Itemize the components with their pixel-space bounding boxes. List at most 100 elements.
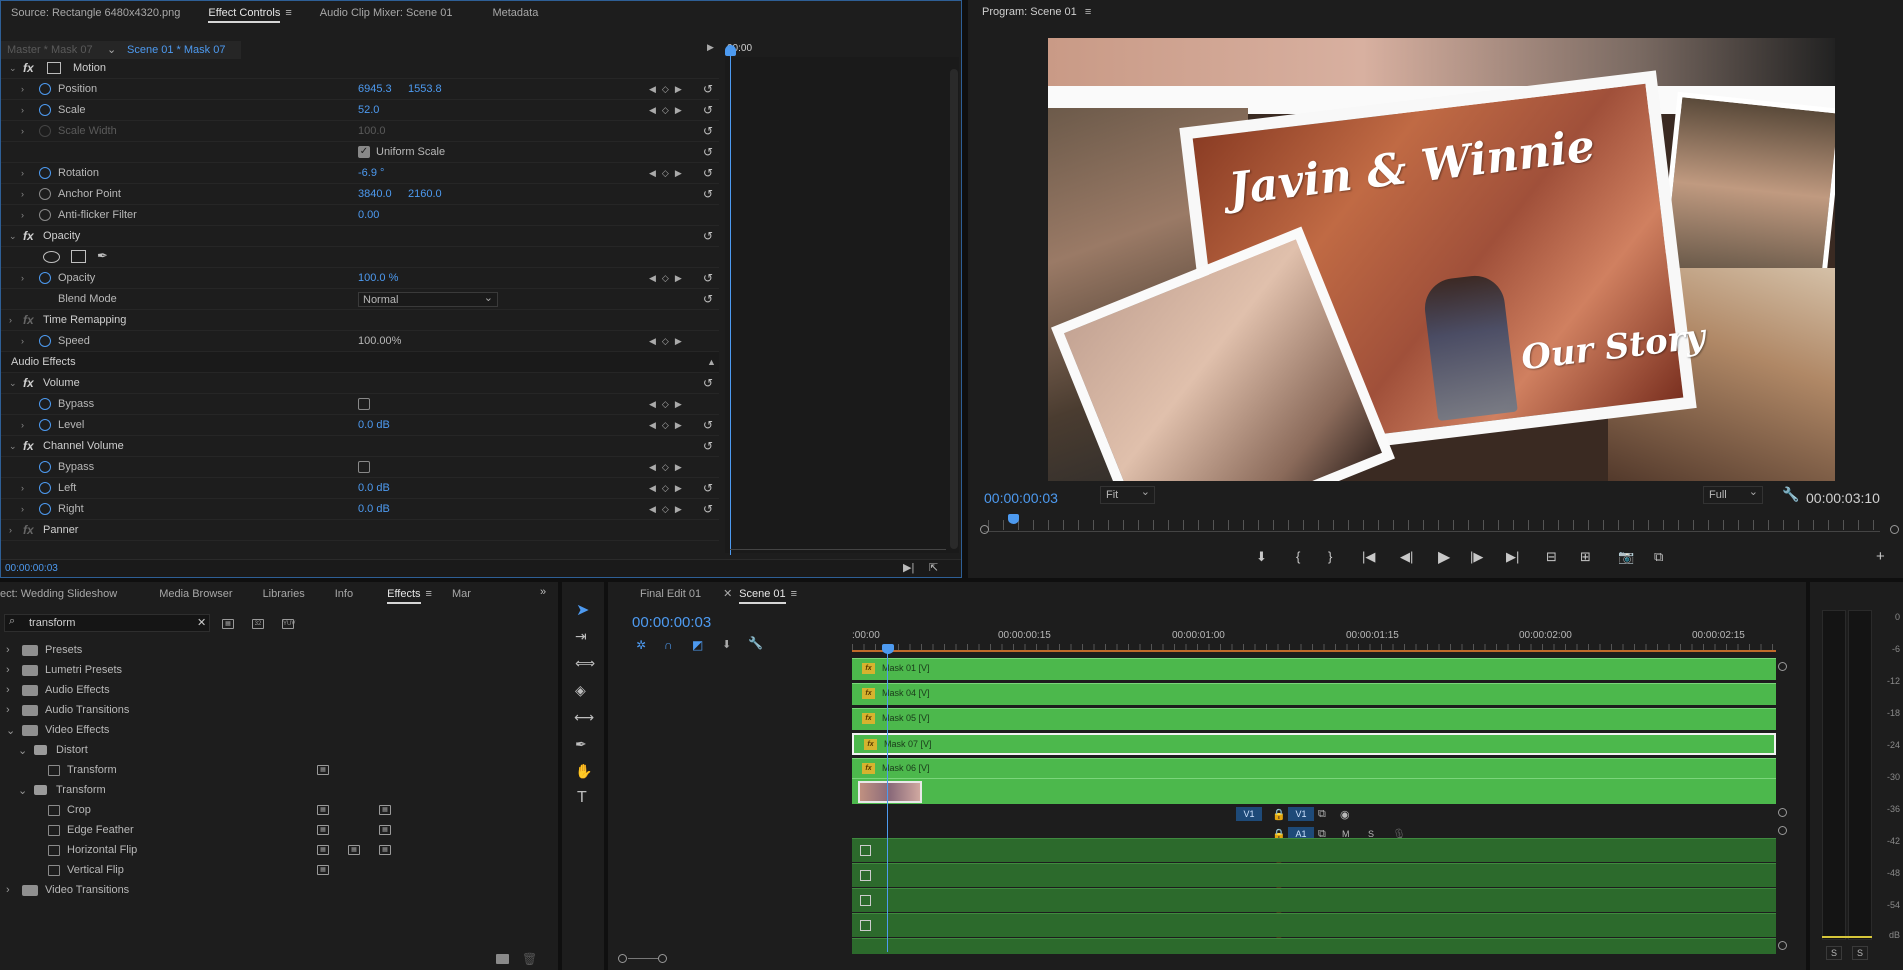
- tab-effects[interactable]: Effects ≡: [377, 582, 442, 606]
- reset-icon[interactable]: ↺: [703, 103, 713, 117]
- stopwatch-icon[interactable]: [39, 419, 51, 431]
- sync-lock-icon[interactable]: ⧉: [1318, 808, 1326, 821]
- timeline-ruler[interactable]: :00:00 00:00:00:15 00:00:01:00 00:00:01:…: [852, 626, 1782, 652]
- audio-clip-a1[interactable]: [852, 838, 1776, 862]
- collapse-up-icon[interactable]: ▲: [707, 357, 716, 367]
- list-item[interactable]: › Presets: [0, 640, 555, 660]
- work-area-bar[interactable]: [852, 650, 1776, 652]
- list-item[interactable]: › Video Transitions: [0, 880, 555, 900]
- zoom-handle-right-icon[interactable]: [1890, 525, 1899, 534]
- export-icon[interactable]: ⇱: [929, 561, 938, 574]
- mini-timeline[interactable]: [725, 57, 959, 553]
- lift-icon[interactable]: ⊟: [1546, 549, 1557, 565]
- extract-icon[interactable]: ⊞: [1580, 549, 1591, 565]
- bypass-checkbox[interactable]: [358, 461, 370, 473]
- reset-icon[interactable]: ↺: [703, 82, 713, 96]
- tab-media-browser[interactable]: Media Browser: [149, 582, 242, 606]
- tab-info[interactable]: Info: [325, 582, 363, 606]
- lock-icon[interactable]: 🔒: [1272, 808, 1286, 821]
- track-select-tool-icon[interactable]: ⇥: [575, 628, 587, 645]
- stopwatch-icon[interactable]: [39, 482, 51, 494]
- selection-tool-icon[interactable]: ➤: [576, 600, 589, 620]
- opacity-value[interactable]: 100.0 %: [358, 272, 398, 284]
- timeline-settings-icon[interactable]: 🔧: [748, 636, 763, 650]
- scale-width-value[interactable]: 100.0: [358, 125, 386, 137]
- chevron-down-icon[interactable]: ⌄: [9, 63, 17, 74]
- chevron-right-icon[interactable]: ›: [21, 210, 24, 220]
- list-item[interactable]: Crop ▦ ▦: [0, 800, 555, 820]
- close-tab-icon[interactable]: ✕: [723, 582, 732, 606]
- reset-icon[interactable]: ↺: [703, 145, 713, 159]
- opacity-section[interactable]: ⌄ fx Opacity ↺: [1, 226, 719, 247]
- list-item[interactable]: ⌄ Distort: [0, 740, 555, 760]
- program-playhead[interactable]: [1008, 514, 1019, 524]
- list-item[interactable]: Vertical Flip ▦: [0, 860, 555, 880]
- mark-in-icon[interactable]: {: [1296, 549, 1300, 564]
- mini-playhead[interactable]: [730, 45, 731, 555]
- reset-icon[interactable]: ↺: [703, 271, 713, 285]
- zoom-handle-left-icon[interactable]: [980, 525, 989, 534]
- audio-clip-a4[interactable]: [852, 913, 1776, 937]
- keyframe-nav-icon[interactable]: ◀◇▶: [649, 105, 688, 116]
- program-timecode[interactable]: 00:00:00:03: [984, 490, 1058, 506]
- step-forward-icon[interactable]: |▶: [1470, 549, 1483, 565]
- antiflicker-value[interactable]: 0.00: [358, 209, 379, 221]
- fx-icon[interactable]: fx: [23, 229, 34, 243]
- program-ruler[interactable]: [988, 520, 1878, 530]
- chevron-right-icon[interactable]: ›: [21, 420, 24, 430]
- keyframe-nav-icon[interactable]: ◀◇▶: [649, 84, 688, 95]
- volume-section[interactable]: ⌄ fx Volume ↺: [1, 373, 719, 394]
- tab-audio-clip-mixer[interactable]: Audio Clip Mixer: Scene 01: [310, 1, 463, 25]
- chevron-down-icon[interactable]: ⌄: [9, 441, 17, 452]
- ripple-edit-tool-icon[interactable]: ⟺: [575, 655, 595, 672]
- fx-icon[interactable]: fx: [23, 313, 34, 327]
- clip-mask-06[interactable]: fx Mask 06 [V]: [852, 758, 1776, 778]
- reset-icon[interactable]: ↺: [703, 376, 713, 390]
- tab-markers[interactable]: Mar: [442, 582, 481, 606]
- tab-effect-controls[interactable]: Effect Controls ≡: [198, 1, 301, 25]
- add-marker-icon[interactable]: ⬇: [722, 638, 731, 651]
- chevron-right-icon[interactable]: ›: [21, 504, 24, 514]
- tab-source[interactable]: Source: Rectangle 6480x4320.png: [1, 1, 190, 25]
- type-tool-icon[interactable]: T: [577, 789, 587, 807]
- position-y-value[interactable]: 1553.8: [408, 83, 442, 95]
- audio-clip-a3[interactable]: [852, 888, 1776, 912]
- razor-tool-icon[interactable]: ◈: [575, 682, 586, 699]
- solo-left-button[interactable]: S: [1826, 946, 1842, 960]
- play-icon[interactable]: ▶: [1438, 547, 1450, 567]
- chevron-down-icon[interactable]: ⌄: [9, 231, 17, 242]
- step-back-icon[interactable]: ◀|: [1400, 549, 1413, 565]
- motion-section[interactable]: ⌄ fx Motion: [1, 58, 719, 79]
- new-bin-icon[interactable]: [496, 954, 509, 964]
- tab-scene[interactable]: ✕ Scene 01 ≡: [723, 582, 807, 606]
- quality-select[interactable]: Full ⌄: [1703, 486, 1763, 504]
- chevron-right-icon[interactable]: ›: [9, 525, 12, 535]
- fx-icon[interactable]: fx: [23, 376, 34, 390]
- solo-right-button[interactable]: S: [1852, 946, 1868, 960]
- keyframe-nav-icon[interactable]: ◀◇▶: [649, 483, 688, 494]
- panel-menu-icon[interactable]: ≡: [791, 582, 797, 606]
- keyframe-nav-icon[interactable]: ◀◇▶: [649, 504, 688, 515]
- reset-icon[interactable]: ↺: [703, 418, 713, 432]
- left-value[interactable]: 0.0 dB: [358, 482, 390, 494]
- list-item[interactable]: Horizontal Flip ▦ ▦ ▦: [0, 840, 555, 860]
- v-scroll-top-icon[interactable]: [1778, 662, 1787, 671]
- h-scroll-track[interactable]: [628, 958, 658, 959]
- tab-final-edit[interactable]: Final Edit 01: [630, 582, 711, 606]
- keyframe-nav-icon[interactable]: ◀◇▶: [649, 399, 688, 410]
- list-item[interactable]: › Audio Effects: [0, 680, 555, 700]
- clip-mask-04[interactable]: fx Mask 04 [V]: [852, 683, 1776, 705]
- go-to-in-icon[interactable]: |◀: [1362, 549, 1375, 565]
- keyframe-nav-icon[interactable]: ◀◇▶: [649, 168, 688, 179]
- settings-wrench-icon[interactable]: 🔧: [1782, 486, 1799, 503]
- chevron-down-icon[interactable]: ⌄: [18, 744, 27, 757]
- effect-controls-timecode[interactable]: 00:00:00:03: [5, 563, 58, 574]
- list-item[interactable]: ⌄ Video Effects: [0, 720, 555, 740]
- chevron-right-icon[interactable]: ›: [21, 273, 24, 283]
- speed-value[interactable]: 100.00%: [358, 335, 401, 347]
- clip-mask-05[interactable]: fx Mask 05 [V]: [852, 708, 1776, 730]
- time-remapping-section[interactable]: › fx Time Remapping: [1, 310, 719, 331]
- source-patch-v1[interactable]: V1: [1236, 807, 1262, 821]
- stopwatch-icon[interactable]: [39, 503, 51, 515]
- eye-icon[interactable]: ◉: [1340, 808, 1350, 821]
